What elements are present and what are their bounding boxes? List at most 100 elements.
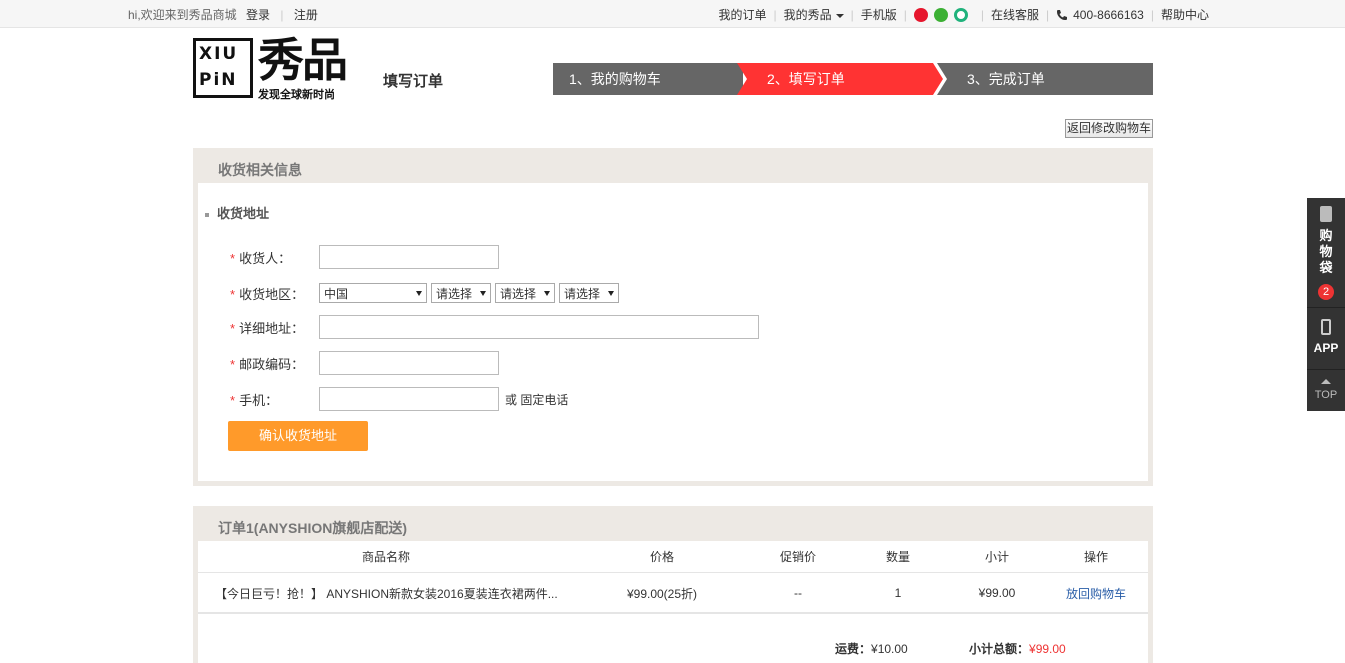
app-button[interactable]: APP (1307, 310, 1345, 370)
shopping-bag-icon (1320, 206, 1332, 222)
top-bar: hi,欢迎来到秀品商城 登录 | 注册 我的订单 | 我的秀品 | 手机版 | … (0, 0, 1345, 28)
province-select-value: 请选择 (436, 286, 473, 301)
total-label: 小计总额： (969, 642, 1030, 656)
total-value: ¥99.00 (1029, 642, 1066, 656)
district-select[interactable]: 请选择 (559, 283, 619, 303)
logo-latin-bottom: PiN (199, 70, 238, 90)
col-subtotal: 小计 (984, 550, 1009, 564)
product-subtotal: ¥99.00 (978, 586, 1016, 600)
panel-title: 收货相关信息 (218, 162, 302, 178)
back-to-top-button[interactable]: TOP (1307, 372, 1345, 411)
mobile-label-wrap: * 手机： (230, 390, 319, 409)
postcode-label-wrap: * 邮政编码： (230, 354, 319, 373)
weibo-icon[interactable] (913, 7, 928, 22)
my-xiupin-menu[interactable]: 我的秀品 (784, 6, 844, 23)
top-bar-left: hi,欢迎来到秀品商城 登录 | 注册 (128, 6, 318, 23)
back-to-cart-button[interactable]: 返回修改购物车 (1065, 119, 1153, 138)
return-to-cart-link[interactable]: 放回购物车 (1044, 574, 1148, 612)
cart-count-badge: 2 (1318, 284, 1334, 300)
wechat-icon[interactable] (933, 7, 948, 22)
divider: | (980, 7, 984, 22)
step-fill-order: 2、填写订单 (737, 63, 943, 95)
step-complete: 3、完成订单 (937, 63, 1153, 95)
region-row: * 收货地区： 中国 请选择 请选择 请选择 (230, 283, 623, 303)
my-xiupin-label: 我的秀品 (783, 8, 832, 22)
order-panel: 订单1(ANYSHION旗舰店配送) 商品名称 价格 促销价 数量 小计 操作 … (193, 506, 1153, 663)
shipping-value: ¥10.00 (871, 642, 908, 656)
divider: | (1046, 7, 1050, 22)
region-label: 收货地区： (239, 286, 305, 302)
mobile-row: * 手机： 或 固定电话 (230, 387, 568, 411)
phone-icon (1057, 9, 1068, 20)
col-action: 操作 (1083, 550, 1108, 564)
logo[interactable]: XIU PiN (193, 38, 253, 98)
required-mark: * (230, 320, 236, 336)
mobile-link[interactable]: 手机版 (861, 6, 897, 23)
select-arrow-icon (416, 290, 422, 296)
country-select[interactable]: 中国 (319, 283, 427, 303)
receiver-label-wrap: * 收货人： (230, 248, 319, 267)
mobile-label: 手机： (239, 392, 279, 408)
region-label-wrap: * 收货地区： (230, 284, 319, 303)
required-mark: * (230, 286, 236, 302)
product-name[interactable]: 【今日巨亏！抢！】 ANYSHION新款女装2016夏装连衣裙两件... (198, 574, 574, 612)
my-orders-link[interactable]: 我的订单 (718, 6, 766, 23)
welcome-text: hi,欢迎来到秀品商城 (128, 8, 237, 22)
table-row: 【今日巨亏！抢！】 ANYSHION新款女装2016夏装连衣裙两件... ¥99… (198, 574, 1148, 614)
online-service-link[interactable]: 在线客服 (991, 6, 1039, 23)
shopping-bag-button[interactable]: 购物袋 2 (1307, 198, 1345, 308)
required-mark: * (230, 392, 236, 408)
col-price: 价格 (649, 550, 674, 564)
detail-address-row: * 详细地址： (230, 315, 759, 339)
province-select[interactable]: 请选择 (431, 283, 491, 303)
app-label: APP (1313, 341, 1339, 355)
top-label: TOP (1314, 389, 1338, 401)
city-select-value: 请选择 (500, 286, 537, 301)
address-subtitle: 收货地址 (205, 203, 269, 222)
qzone-icon[interactable] (953, 7, 968, 22)
shipping-fee: 运费：¥10.00 (835, 640, 908, 657)
mobile-phone-icon (1321, 319, 1331, 335)
receiver-input[interactable] (319, 245, 499, 269)
confirm-address-button[interactable]: 确认收货地址 (228, 421, 368, 451)
postcode-input[interactable] (319, 351, 499, 375)
hotline-number: 400-8666163 (1073, 7, 1144, 22)
panel-body: 收货地址 * 收货人： * 收货地区： 中国 请选择 请选择 请选择 * 详细地址： … (198, 183, 1148, 481)
order-title: 订单1(ANYSHION旗舰店配送) (218, 520, 408, 536)
country-select-value: 中国 (324, 286, 349, 301)
login-link[interactable]: 登录 (246, 8, 270, 22)
help-center-link[interactable]: 帮助中心 (1161, 6, 1209, 23)
receiver-row: * 收货人： (230, 245, 499, 269)
arrow-up-icon (1321, 379, 1331, 384)
logo-slogan: 发现全球新时尚 (258, 89, 335, 101)
required-mark: * (230, 250, 236, 266)
shopping-bag-label: 购物袋 (1307, 228, 1345, 276)
product-quantity: 1 (894, 586, 902, 600)
select-arrow-icon (608, 290, 614, 296)
col-promo-price: 促销价 (779, 550, 816, 564)
register-link[interactable]: 注册 (294, 8, 318, 22)
order-table-header: 商品名称 价格 促销价 数量 小计 操作 (198, 541, 1148, 573)
detail-label: 详细地址： (239, 320, 305, 336)
shopping-bag-text: 购物袋 (1319, 228, 1333, 275)
divider: | (1150, 7, 1154, 22)
detail-label-wrap: * 详细地址： (230, 318, 319, 337)
order-body: 商品名称 价格 促销价 数量 小计 操作 【今日巨亏！抢！】 ANYSHION新… (198, 541, 1148, 663)
logo-latin-top: XIU (199, 44, 239, 64)
divider: | (850, 7, 854, 22)
product-price: ¥99.00(25折) (626, 586, 698, 601)
landline-link[interactable]: 或 固定电话 (505, 391, 568, 408)
chevron-down-icon (835, 13, 844, 18)
checkout-steps: 1、我的购物车 3、完成订单 2、填写订单 (553, 63, 1153, 95)
required-mark: * (230, 356, 236, 372)
col-product-name: 商品名称 (361, 550, 410, 564)
select-arrow-icon (544, 290, 550, 296)
right-toolbar: 购物袋 2 APP TOP (1307, 198, 1345, 411)
page-title: 填写订单 (383, 73, 444, 90)
select-arrow-icon (480, 290, 486, 296)
receiver-label: 收货人： (239, 250, 292, 266)
shipping-label: 运费： (835, 642, 872, 656)
city-select[interactable]: 请选择 (495, 283, 555, 303)
detail-address-input[interactable] (319, 315, 759, 339)
mobile-input[interactable] (319, 387, 499, 411)
